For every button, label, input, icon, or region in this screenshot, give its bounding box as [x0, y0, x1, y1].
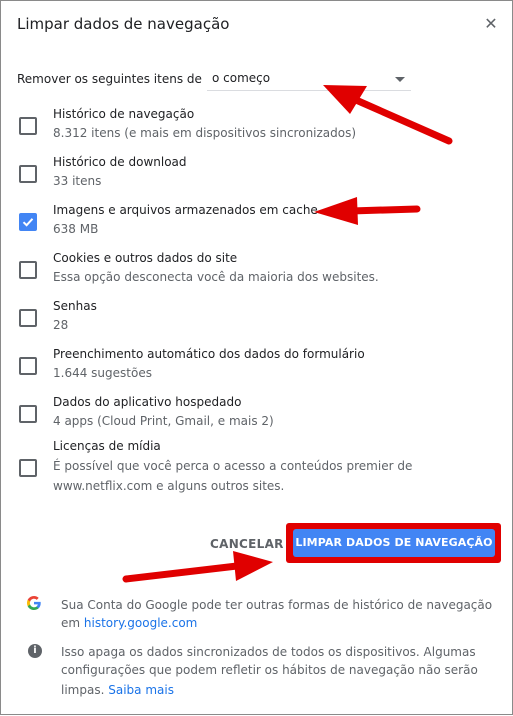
learn-more-link[interactable]: Saiba mais: [108, 683, 174, 697]
dialog-title: Limpar dados de navegação: [17, 15, 230, 33]
item-label: Imagens e arquivos armazenados em cache: [53, 203, 318, 217]
google-account-text: Sua Conta do Google pode ter outras form…: [61, 598, 493, 612]
item-sublabel: 28: [53, 318, 69, 332]
clear-browsing-data-dialog: Limpar dados de navegação ✕ Remover os s…: [0, 0, 513, 715]
google-g-icon: [27, 596, 41, 610]
checkbox-autofill[interactable]: [19, 357, 37, 375]
checkbox-cached-images[interactable]: [19, 213, 37, 231]
item-label: Histórico de download: [53, 155, 187, 169]
item-sublabel: 33 itens: [53, 174, 102, 188]
checkbox-download-history[interactable]: [19, 165, 37, 183]
close-icon[interactable]: ✕: [482, 15, 500, 33]
history-google-link[interactable]: history.google.com: [84, 616, 197, 630]
item-sublabel: 4 apps (Cloud Print, Gmail, e mais 2): [53, 414, 274, 428]
checkbox-passwords[interactable]: [19, 309, 37, 327]
checkbox-cookies[interactable]: [19, 261, 37, 279]
item-label: Cookies e outros dados do site: [53, 251, 238, 265]
time-range-value: o começo: [212, 71, 271, 85]
cancel-button[interactable]: CANCELAR: [204, 535, 290, 553]
checkbox-hosted-app-data[interactable]: [19, 405, 37, 423]
checkbox-browsing-history[interactable]: [19, 117, 37, 135]
item-sublabel: Essa opção desconecta você da maioria do…: [53, 270, 379, 284]
item-label: Histórico de navegação: [53, 107, 195, 121]
dropdown-caret-icon: [395, 77, 405, 82]
item-label: Senhas: [53, 299, 97, 313]
sync-info-text-2: configurações que podem refletir os hábi…: [61, 663, 478, 677]
item-sublabel: 1.644 sugestões: [53, 366, 152, 380]
item-label: Dados do aplicativo hospedado: [53, 395, 242, 409]
item-sublabel: 8.312 itens (e mais em dispositivos sinc…: [53, 126, 357, 140]
item-label: Licenças de mídia: [53, 439, 161, 453]
sync-info-text-3: limpas. Saiba mais: [61, 680, 174, 700]
annotation-arrow-cache: [314, 197, 421, 225]
info-icon: i: [28, 644, 42, 658]
checkmark-icon: [22, 218, 34, 227]
time-range-select[interactable]: o começo: [207, 68, 411, 91]
checkbox-media-licenses[interactable]: [19, 459, 37, 477]
sync-info-text-1: Isso apaga os dados sincronizados de tod…: [61, 645, 476, 659]
google-account-text-line2: em history.google.com: [61, 613, 197, 633]
clear-browsing-data-button[interactable]: LIMPAR DADOS DE NAVEGAÇÃO: [293, 529, 495, 557]
time-range-label: Remover os seguintes itens de: [17, 72, 202, 86]
annotation-arrow-button: [122, 551, 273, 583]
sync-info-limpas: limpas.: [61, 683, 105, 697]
google-account-prefix: em: [61, 616, 81, 630]
item-sublabel: É possível que você perca o acesso a con…: [53, 459, 413, 493]
item-sublabel: 638 MB: [53, 222, 99, 236]
item-label: Preenchimento automático dos dados do fo…: [53, 347, 365, 361]
